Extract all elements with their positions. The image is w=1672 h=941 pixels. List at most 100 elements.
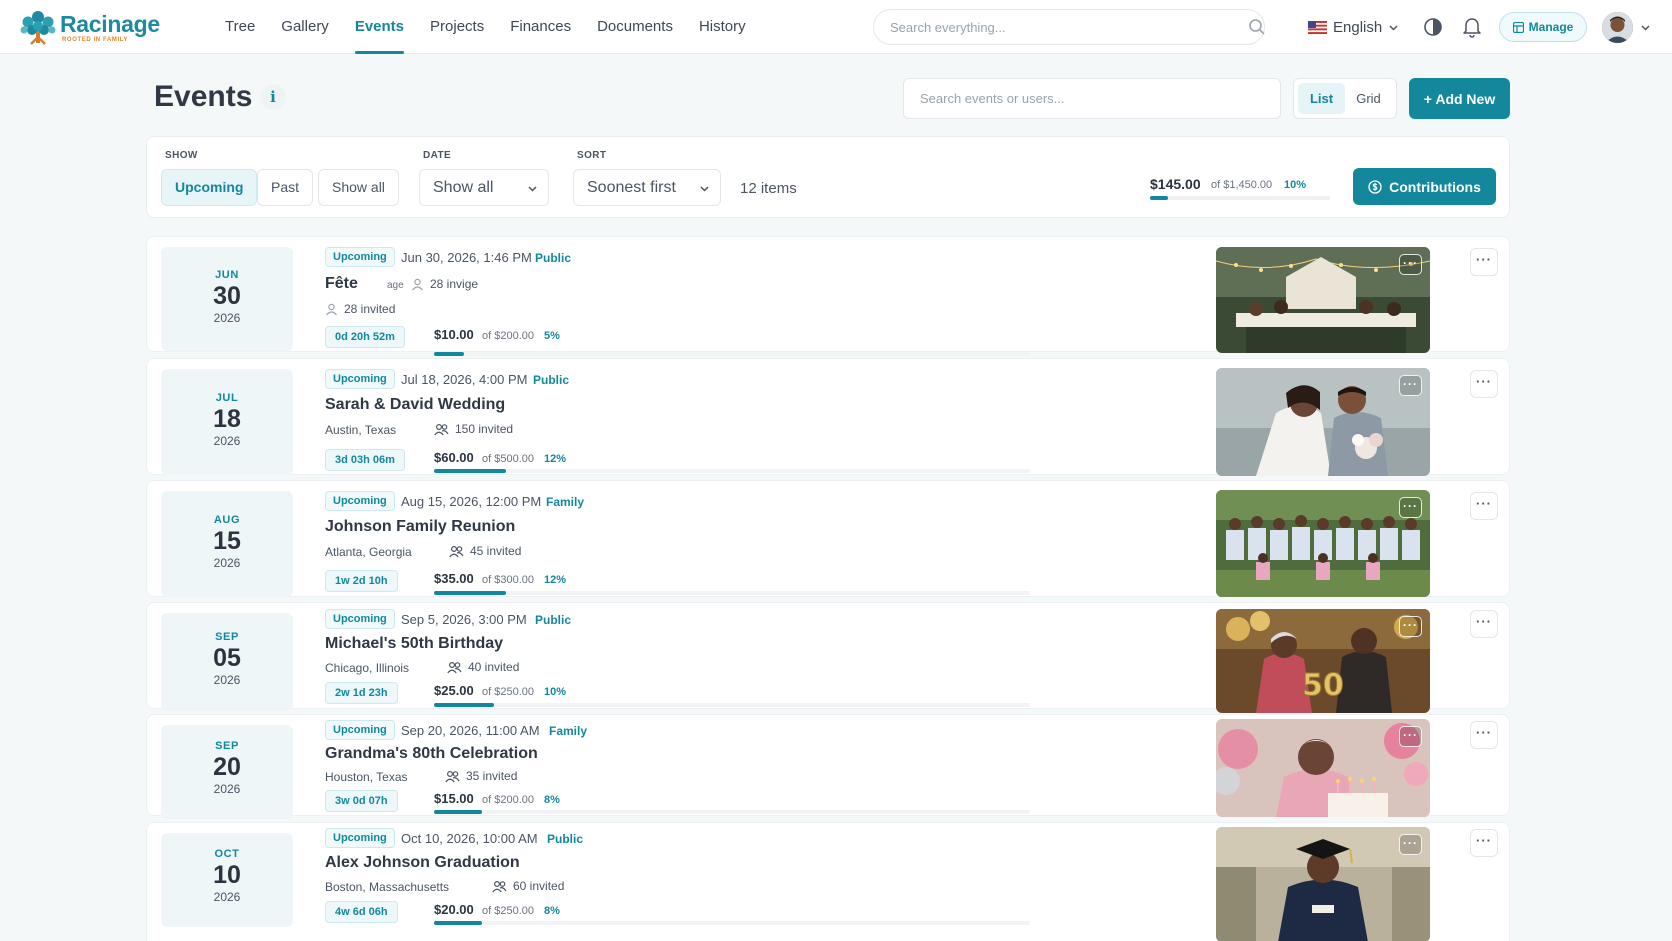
sort-select[interactable]: Soonest first [573,169,721,206]
theme-toggle-icon[interactable] [1423,17,1443,37]
event-year: 2026 [213,556,241,570]
main-nav: Tree Gallery Events Projects Finances Do… [225,0,772,54]
date-tile: SEP 05 2026 [161,613,293,711]
event-photo[interactable]: ··· [1216,827,1430,941]
event-location: Austin, Texas [325,423,397,437]
brand-name: Racinage [60,11,160,37]
nav-history[interactable]: History [699,0,746,54]
show-filter-label: SHOW [165,150,198,161]
nav-tree[interactable]: Tree [225,0,255,54]
event-month: AUG [213,514,241,526]
date-select[interactable]: Show all [419,169,549,206]
chevron-down-icon[interactable] [1640,22,1651,33]
filter-panel: SHOW Upcoming Past Show all DATE Show al… [146,136,1510,218]
show-all-chip[interactable]: Show all [318,169,399,206]
visibility-label: Public [535,613,572,627]
progress-percent: 10% [544,686,567,698]
event-title[interactable]: Fête [325,275,358,293]
more-options-icon[interactable]: ··· [1470,492,1498,520]
photo-more-icon[interactable]: ··· [1399,497,1422,518]
search-icon[interactable] [1248,18,1266,36]
contributions-button[interactable]: Contributions [1353,168,1496,205]
grid-view-button[interactable]: Grid [1345,83,1392,114]
invited-text: 45 invited [470,544,522,558]
invited-text: 28 invited [344,302,396,316]
event-row[interactable]: JUN 30 2026 Upcoming Jun 30, 2026, 1:46 … [146,236,1510,356]
event-title[interactable]: Grandma's 80th Celebration [325,745,538,763]
event-title[interactable]: Johnson Family Reunion [325,518,515,536]
event-year: 2026 [213,434,241,448]
nav-finances[interactable]: Finances [510,0,571,54]
raised-amount: $60.00 [434,450,474,465]
date-tile: AUG 15 2026 [161,491,293,597]
event-row[interactable]: SEP 20 2026 Upcoming Sep 20, 2026, 11:00… [146,714,1510,819]
invited-text: 60 invited [513,879,565,893]
total-progress-bar [1150,196,1330,200]
progress-fill [434,810,482,814]
progress-bar [434,591,1030,595]
more-options-icon[interactable]: ··· [1470,829,1498,857]
items-count: 12 items [740,180,797,197]
brand-logo[interactable]: Racinage ROOTED IN FAMILY [18,7,166,47]
more-options-icon[interactable]: ··· [1470,370,1498,398]
event-title[interactable]: Alex Johnson Graduation [325,854,520,872]
photo-more-icon[interactable]: ··· [1399,726,1422,747]
photo-more-icon[interactable]: ··· [1399,375,1422,396]
photo-more-icon[interactable]: ··· [1399,834,1422,855]
event-title[interactable]: Michael's 50th Birthday [325,635,503,653]
event-photo[interactable]: ··· [1216,247,1430,353]
progress-fill [434,703,494,707]
event-location: Boston, Massachusetts [325,880,450,894]
users-icon [445,770,460,782]
event-photo[interactable]: ··· [1216,368,1430,476]
total-progress-fill [1150,196,1168,200]
language-selector[interactable]: English [1308,16,1399,38]
status-badge: Upcoming [325,369,395,389]
list-view-button[interactable]: List [1298,83,1345,114]
nav-documents[interactable]: Documents [597,0,673,54]
show-upcoming-chip[interactable]: Upcoming [161,169,258,206]
event-year: 2026 [213,782,241,796]
event-photo[interactable]: 50 ··· [1216,609,1430,713]
date-select-value: Show all [433,179,494,196]
event-row[interactable]: JUL 18 2026 Upcoming Jul 18, 2026, 4:00 … [146,358,1510,476]
event-day: 30 [213,282,241,310]
progress-fill [434,921,482,925]
more-options-icon[interactable]: ··· [1470,721,1498,749]
event-photo[interactable]: ··· [1216,490,1430,597]
progress-percent: 5% [544,330,560,342]
brand-tagline: ROOTED IN FAMILY [62,37,129,43]
event-title[interactable]: Sarah & David Wedding [325,396,505,414]
events-search-input[interactable] [903,78,1281,119]
family-group-photo [1216,490,1430,597]
event-list: JUN 30 2026 Upcoming Jun 30, 2026, 1:46 … [146,236,1510,941]
photo-more-icon[interactable]: ··· [1399,616,1422,637]
birthday-50-photo: 50 [1216,609,1430,713]
photo-more-icon[interactable]: ··· [1399,254,1422,275]
flag-us-icon [1308,20,1327,34]
nav-events[interactable]: Events [354,0,405,54]
info-icon[interactable]: i [260,84,286,110]
more-options-icon[interactable]: ··· [1470,248,1498,276]
more-options-icon[interactable]: ··· [1470,610,1498,638]
invited-count: 40 invited [447,660,519,674]
manage-button[interactable]: Manage [1499,12,1587,42]
avatar[interactable] [1602,12,1633,43]
add-new-button[interactable]: + Add New [1409,78,1510,119]
nav-gallery[interactable]: Gallery [281,0,329,54]
goal-amount: of $200.00 [482,330,534,342]
page-title: Events [154,80,253,113]
bell-icon[interactable] [1462,16,1482,38]
invited-count: 60 invited [492,879,564,893]
event-month: JUL [215,392,239,404]
event-row[interactable]: OCT 10 2026 Upcoming Oct 10, 2026, 10:00… [146,822,1510,941]
event-row[interactable]: AUG 15 2026 Upcoming Aug 15, 2026, 12:00… [146,480,1510,597]
show-past-chip[interactable]: Past [257,169,314,206]
inline-invited: 28 invige [411,277,478,291]
event-row[interactable]: SEP 05 2026 Upcoming Sep 5, 2026, 3:00 P… [146,602,1510,713]
raised-amount: $15.00 [434,791,474,806]
users-icon [447,661,462,673]
nav-projects[interactable]: Projects [430,0,484,54]
event-photo[interactable]: ··· [1216,719,1430,817]
global-search-input[interactable] [873,9,1265,45]
